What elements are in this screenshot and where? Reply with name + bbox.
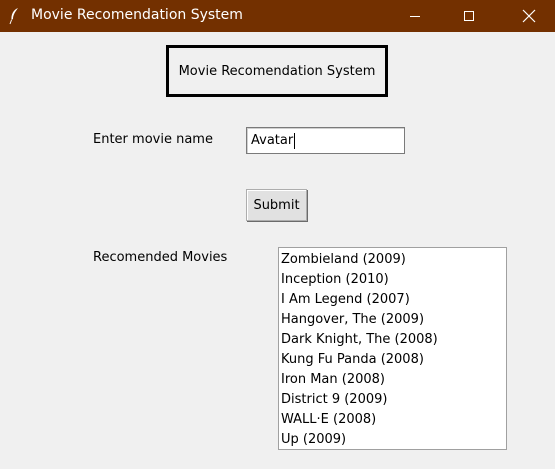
minimize-button[interactable] <box>392 0 438 32</box>
list-item[interactable]: Kung Fu Panda (2008) <box>279 350 506 370</box>
submit-button[interactable]: Submit <box>246 189 307 221</box>
recommended-movies-label: Recomended Movies <box>93 250 228 265</box>
list-item[interactable]: Up (2009) <box>279 430 506 449</box>
list-item[interactable]: Dark Knight, The (2008) <box>279 330 506 350</box>
list-item[interactable]: Inception (2010) <box>279 270 506 290</box>
maximize-icon <box>463 10 475 22</box>
feather-icon <box>9 7 21 25</box>
text-caret <box>294 133 295 149</box>
app-heading: Movie Recomendation System <box>166 45 388 97</box>
list-item[interactable]: Iron Man (2008) <box>279 370 506 390</box>
movie-name-input[interactable] <box>246 127 405 154</box>
close-button[interactable] <box>506 0 552 32</box>
window-title: Movie Recomendation System <box>31 7 243 23</box>
recommendations-listbox[interactable]: Zombieland (2009) Inception (2010) I Am … <box>278 247 507 450</box>
close-icon <box>522 9 536 23</box>
list-item[interactable]: WALL·E (2008) <box>279 410 506 430</box>
title-bar: Movie Recomendation System <box>0 0 555 32</box>
minimize-icon <box>409 10 421 22</box>
movie-name-label: Enter movie name <box>93 132 213 147</box>
maximize-button[interactable] <box>446 0 492 32</box>
list-item[interactable]: District 9 (2009) <box>279 390 506 410</box>
list-item[interactable]: I Am Legend (2007) <box>279 290 506 310</box>
list-item[interactable]: Zombieland (2009) <box>279 250 506 270</box>
list-item[interactable]: Hangover, The (2009) <box>279 310 506 330</box>
